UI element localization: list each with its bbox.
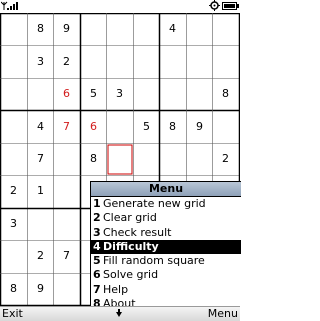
- sudoku-cell[interactable]: 8: [0, 283, 27, 294]
- menu-item-label: Fill random square: [103, 254, 205, 268]
- menu-item-fill-random-square[interactable]: 5 Fill random square: [91, 254, 241, 268]
- gear-icon: [209, 0, 220, 11]
- menu-item-number: 6: [93, 268, 101, 282]
- sudoku-cell[interactable]: 2: [212, 153, 239, 164]
- sudoku-cell[interactable]: 6: [53, 88, 80, 99]
- menu-item-number: 1: [93, 197, 101, 210]
- sudoku-cell[interactable]: 9: [186, 121, 213, 132]
- selection-cursor: [107, 144, 133, 175]
- sudoku-cell[interactable]: 7: [27, 153, 54, 164]
- sudoku-cell[interactable]: 8: [27, 23, 54, 34]
- sudoku-cell[interactable]: 2: [27, 250, 54, 261]
- menu-item-label: Difficulty: [103, 239, 159, 253]
- battery-icon: [222, 2, 239, 10]
- menu-item-solve-grid[interactable]: 6 Solve grid: [91, 268, 241, 282]
- menu-item-clear-grid[interactable]: 2 Clear grid: [91, 211, 241, 225]
- sudoku-cell[interactable]: 4: [159, 23, 186, 34]
- menu-item-number: 7: [93, 282, 101, 296]
- sudoku-cell[interactable]: 4: [27, 121, 54, 132]
- menu-item-number: 4: [93, 239, 101, 253]
- menu-item-generate-new-grid[interactable]: 1 Generate new grid: [91, 197, 241, 211]
- signal-icon: [1, 1, 18, 10]
- menu-title: Menu: [91, 182, 241, 197]
- menu-item-number: 5: [93, 254, 101, 268]
- sudoku-cell[interactable]: 9: [27, 283, 54, 294]
- sudoku-cell[interactable]: 6: [80, 121, 107, 132]
- exit-softkey[interactable]: Exit: [2, 308, 23, 320]
- menu-item-number: 8: [93, 297, 101, 306]
- options-menu[interactable]: Menu 1 Generate new grid 2 Clear grid 3 Check…: [90, 181, 241, 306]
- menu-item-help[interactable]: 7 Help: [91, 283, 241, 297]
- menu-item-about[interactable]: 8 About: [91, 297, 241, 306]
- sudoku-cell[interactable]: 8: [212, 88, 239, 99]
- menu-item-label: Check result: [103, 225, 172, 239]
- status-bar: [0, 0, 240, 12]
- sudoku-cell[interactable]: 3: [106, 88, 133, 99]
- menu-item-label: Generate new grid: [103, 197, 206, 210]
- sudoku-cell[interactable]: 7: [53, 121, 80, 132]
- arrow-down-icon: [116, 309, 122, 317]
- softkey-bar: Exit Menu: [0, 306, 240, 321]
- sudoku-cell[interactable]: 8: [159, 121, 186, 132]
- menu-item-difficulty[interactable]: 4 Difficulty: [91, 239, 241, 255]
- sudoku-cell[interactable]: 3: [0, 218, 27, 229]
- sudoku-cell[interactable]: 7: [53, 250, 80, 261]
- sudoku-cell[interactable]: 5: [80, 88, 107, 99]
- menu-item-check-result[interactable]: 3 Check result: [91, 226, 241, 240]
- menu-item-label: About: [103, 297, 136, 306]
- sudoku-cell[interactable]: 2: [53, 56, 80, 67]
- menu-item-number: 3: [93, 225, 101, 239]
- sudoku-cell[interactable]: 2: [0, 185, 27, 196]
- menu-softkey[interactable]: Menu: [208, 308, 238, 320]
- sudoku-cell[interactable]: 9: [53, 23, 80, 34]
- sudoku-cell[interactable]: 3: [27, 56, 54, 67]
- sudoku-cell[interactable]: 1: [27, 185, 54, 196]
- sudoku-cell[interactable]: 8: [80, 153, 107, 164]
- menu-item-number: 2: [93, 211, 101, 225]
- menu-item-label: Solve grid: [103, 268, 159, 282]
- menu-item-label: Clear grid: [103, 211, 157, 225]
- sudoku-cell[interactable]: 5: [133, 121, 160, 132]
- menu-item-label: Help: [103, 282, 129, 296]
